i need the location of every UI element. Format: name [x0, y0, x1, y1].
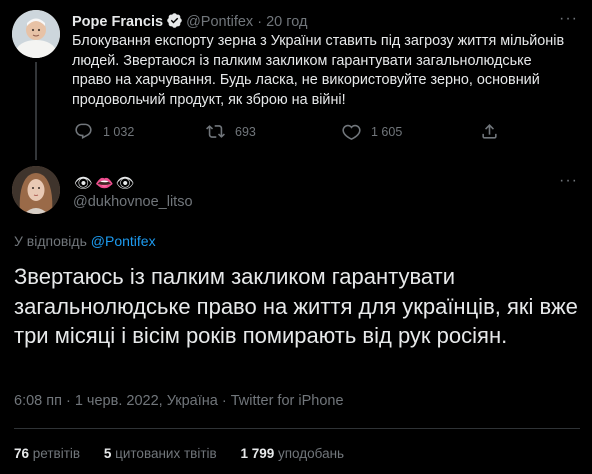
quotes-stat-label: цитованих твітів	[115, 446, 217, 461]
like-icon	[342, 124, 361, 140]
replying-to-handle-link[interactable]: @Pontifex	[91, 233, 156, 249]
like-button[interactable]: 1 605	[342, 122, 402, 141]
more-icon[interactable]: ···	[559, 10, 578, 28]
share-icon	[482, 124, 497, 139]
reply-tweet-text: Звертаюсь із палким закликом гарантувати…	[14, 264, 578, 348]
reply-count: 1 032	[103, 124, 135, 139]
likes-stat-label: уподобань	[278, 446, 345, 461]
reply-author-avatar-image	[12, 166, 60, 214]
parent-author-handle[interactable]: @Pontifex	[186, 14, 253, 30]
divider	[14, 428, 580, 429]
replying-to-line: У відповідь @Pontifex	[14, 233, 156, 249]
parent-tweet[interactable]: Pope Francis @Pontifex · 20 год ··· Блоку…	[0, 0, 592, 160]
like-count: 1 605	[371, 124, 403, 139]
retweets-stat-link[interactable]: 76 ретвітів	[14, 446, 80, 461]
reply-author-handle[interactable]: @dukhovnoe_litso	[73, 194, 193, 210]
reply-button[interactable]: 1 032	[74, 122, 134, 141]
retweet-count: 693	[235, 124, 256, 139]
parent-tweet-actions: 1 032 693 1 605	[72, 122, 552, 146]
parent-author-name[interactable]: Pope Francis	[72, 14, 163, 30]
retweet-icon	[206, 125, 225, 138]
replying-to-label: У відповідь	[14, 233, 87, 249]
likes-stat-count: 1 799	[240, 446, 275, 461]
reply-author-display-name[interactable]: 👁👄👁	[74, 174, 137, 192]
retweets-stat-count: 76	[14, 446, 30, 461]
parent-tweet-header: Pope Francis @Pontifex · 20 год	[72, 12, 307, 33]
pope-avatar-image	[12, 10, 60, 58]
pope-avatar[interactable]	[12, 10, 60, 58]
reply-author: 👁👄👁 @dukhovnoe_litso ···	[0, 160, 592, 220]
likes-stat-link[interactable]: 1 799 уподобань	[240, 446, 344, 461]
verified-badge-icon	[166, 12, 183, 33]
retweets-stat-label: ретвітів	[32, 446, 81, 461]
reply-tweet-stats: 76 ретвітів 5 цитованих твітів 1 799 упо…	[14, 446, 364, 461]
share-button[interactable]	[480, 122, 499, 141]
reply-author-avatar[interactable]	[12, 166, 60, 214]
quotes-stat-link[interactable]: 5 цитованих твітів	[104, 446, 217, 461]
retweet-button[interactable]: 693	[206, 122, 256, 141]
quotes-stat-count: 5	[103, 446, 112, 461]
reply-icon	[75, 123, 92, 140]
parent-tweet-time[interactable]: 20 год	[266, 14, 307, 30]
thread-line	[35, 62, 37, 160]
reply-more-icon[interactable]: ···	[559, 172, 578, 190]
dot-separator: ·	[253, 14, 267, 30]
reply-tweet-meta: 6:08 пп · 1 черв. 2022, Україна · Twitte…	[14, 393, 344, 409]
parent-tweet-text: Блокування експорту зерна з України став…	[72, 33, 565, 108]
